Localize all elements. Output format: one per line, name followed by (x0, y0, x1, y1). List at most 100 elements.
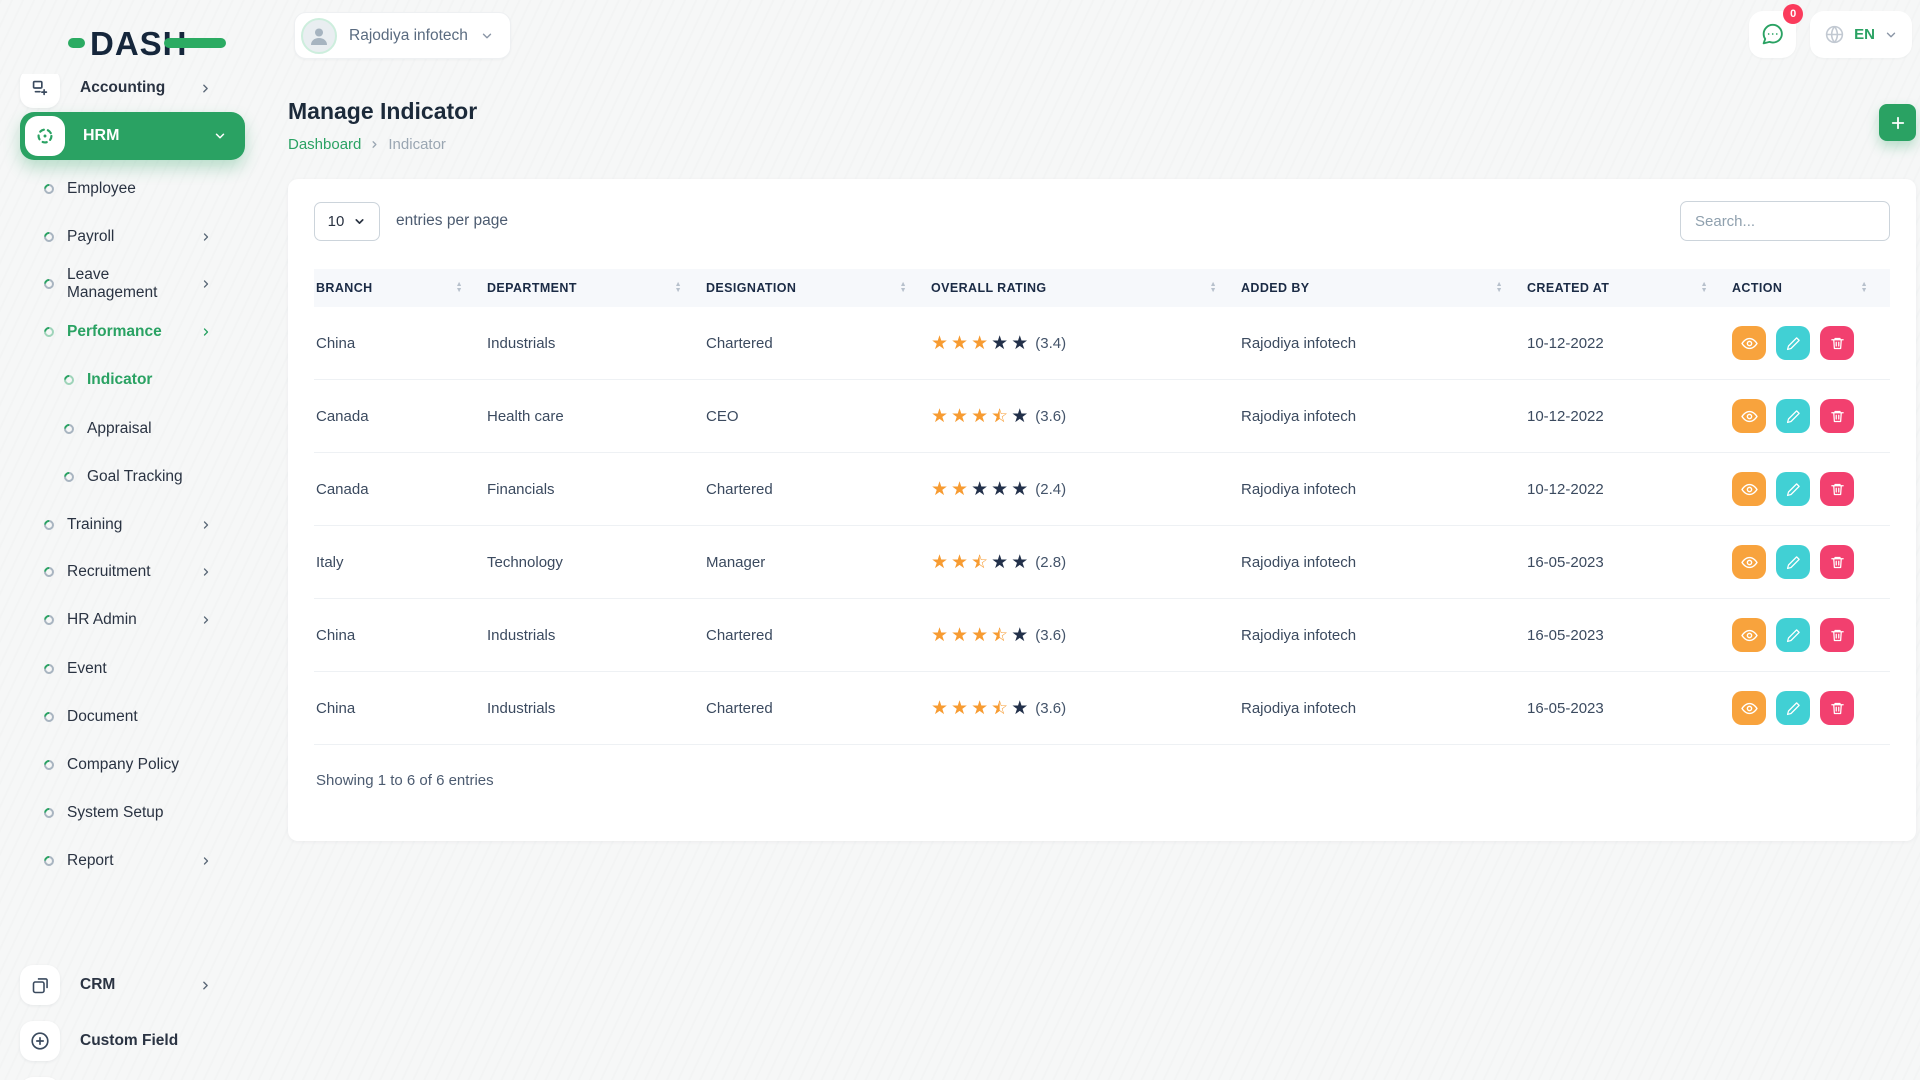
column-header-designation[interactable]: DESIGNATION▲▼ (704, 269, 929, 307)
delete-button[interactable] (1820, 399, 1854, 433)
chevron-right-icon (200, 614, 212, 626)
sidebar-item-training[interactable]: Training (0, 501, 248, 549)
sidebar-item-event[interactable]: Event (0, 645, 248, 693)
chevron-right-icon (200, 231, 212, 243)
sidebar-item-indicator[interactable]: Indicator (0, 356, 248, 404)
chevron-down-icon (480, 29, 494, 43)
main-content: Manage Indicator Dashboard Indicator 10 … (288, 98, 1916, 841)
chevron-down-icon (1884, 28, 1898, 42)
view-button[interactable] (1732, 472, 1766, 506)
star-empty-icon: ★ (1011, 480, 1028, 499)
rating-cell: ★★★☆★★(3.6) (929, 672, 1239, 745)
sidebar-item-accounting[interactable]: Accounting (0, 74, 248, 116)
chevron-right-icon (200, 519, 212, 531)
star-full-icon: ★ (971, 334, 988, 353)
logo-bar-icon (164, 38, 226, 48)
star-full-icon: ★ (951, 334, 968, 353)
designation-cell: Chartered (704, 453, 929, 526)
avatar (301, 18, 337, 54)
star-full-icon: ★ (931, 480, 948, 499)
crm-icon (20, 965, 60, 1005)
entries-per-page-select[interactable]: 10 (314, 202, 380, 241)
messages-button[interactable]: 0 (1749, 11, 1796, 58)
delete-button[interactable] (1820, 326, 1854, 360)
view-button[interactable] (1732, 545, 1766, 579)
edit-button[interactable] (1776, 618, 1810, 652)
pencil-icon (1786, 628, 1801, 643)
sidebar-item-report[interactable]: Report (0, 837, 248, 885)
view-button[interactable] (1732, 691, 1766, 725)
delete-button[interactable] (1820, 618, 1854, 652)
eye-icon (1741, 554, 1758, 571)
department-cell: Health care (485, 380, 704, 453)
language-selector[interactable]: EN (1810, 11, 1912, 58)
star-rating: ★★★★★ (931, 480, 1028, 499)
breadcrumb-current: Indicator (388, 136, 446, 153)
rating-cell: ★★★★★(2.4) (929, 453, 1239, 526)
sort-icon: ▲▼ (1496, 282, 1503, 294)
sidebar-item-system-setup[interactable]: System Setup (0, 789, 248, 837)
sidebar-item-document[interactable]: Document (0, 693, 248, 741)
view-button[interactable] (1732, 618, 1766, 652)
delete-button[interactable] (1820, 472, 1854, 506)
sidebar-item-recruitment[interactable]: Recruitment (0, 548, 248, 596)
column-header-action[interactable]: ACTION▲▼ (1730, 269, 1890, 307)
sidebar-item-employee[interactable]: Employee (0, 165, 248, 213)
branch-cell: China (314, 599, 485, 672)
sidebar-item-custom-field[interactable]: Custom Field (0, 1013, 248, 1069)
sidebar-item-payroll[interactable]: Payroll (0, 213, 248, 261)
rating-cell: ★★★☆★★(3.6) (929, 599, 1239, 672)
sidebar-item-hr-admin[interactable]: HR Admin (0, 596, 248, 644)
add-indicator-button[interactable] (1879, 104, 1916, 141)
column-header-created-at[interactable]: CREATED AT▲▼ (1525, 269, 1730, 307)
edit-button[interactable] (1776, 691, 1810, 725)
chevron-right-icon (200, 855, 212, 867)
bullet-icon (62, 470, 76, 484)
department-cell: Financials (485, 453, 704, 526)
delete-button[interactable] (1820, 691, 1854, 725)
workspace-selector[interactable]: Rajodiya infotech (294, 12, 511, 59)
pencil-icon (1786, 555, 1801, 570)
breadcrumb-dashboard-link[interactable]: Dashboard (288, 136, 361, 153)
plus-icon (1889, 114, 1907, 132)
view-button[interactable] (1732, 326, 1766, 360)
chevron-right-icon (199, 979, 212, 992)
star-empty-icon: ★ (1011, 334, 1028, 353)
edit-button[interactable] (1776, 545, 1810, 579)
messages-badge: 0 (1783, 4, 1803, 24)
edit-button[interactable] (1776, 326, 1810, 360)
sidebar-item-performance[interactable]: Performance (0, 308, 248, 356)
sidebar-item-appraisal[interactable]: Appraisal (0, 405, 248, 453)
search-input[interactable] (1680, 201, 1890, 241)
app-logo[interactable]: DASH (68, 24, 188, 62)
edit-button[interactable] (1776, 399, 1810, 433)
table-row: China Industrials Chartered ★★★☆★★(3.6) … (314, 599, 1890, 672)
sidebar-item-hrm[interactable]: HRM (20, 112, 245, 160)
column-header-overall-rating[interactable]: OVERALL RATING▲▼ (929, 269, 1239, 307)
pencil-icon (1786, 409, 1801, 424)
delete-button[interactable] (1820, 545, 1854, 579)
branch-cell: China (314, 672, 485, 745)
table-row: Canada Financials Chartered ★★★★★(2.4) R… (314, 453, 1890, 526)
star-empty-icon: ★ (1011, 626, 1028, 645)
created-at-cell: 10-12-2022 (1525, 307, 1730, 380)
action-cell (1730, 672, 1890, 745)
sidebar-item-goal-tracking[interactable]: Goal Tracking (0, 453, 248, 501)
chevron-right-icon (200, 278, 212, 290)
star-full-icon: ★ (931, 626, 948, 645)
sidebar-item-leave-management[interactable]: Leave Management (0, 260, 248, 308)
sidebar-item-crm[interactable]: CRM (0, 957, 248, 1013)
created-at-cell: 16-05-2023 (1525, 526, 1730, 599)
star-full-icon: ★ (931, 553, 948, 572)
star-full-icon: ★ (931, 334, 948, 353)
star-half-icon: ☆★ (991, 407, 1008, 426)
column-header-department[interactable]: DEPARTMENT▲▼ (485, 269, 704, 307)
sidebar-item-company-policy[interactable]: Company Policy (0, 741, 248, 789)
sidebar-item-messenger[interactable]: Messenger (0, 1069, 248, 1080)
view-button[interactable] (1732, 399, 1766, 433)
column-header-branch[interactable]: BRANCH▲▼ (314, 269, 485, 307)
column-header-added-by[interactable]: ADDED BY▲▼ (1239, 269, 1525, 307)
created-at-cell: 16-05-2023 (1525, 599, 1730, 672)
branch-cell: Canada (314, 453, 485, 526)
edit-button[interactable] (1776, 472, 1810, 506)
